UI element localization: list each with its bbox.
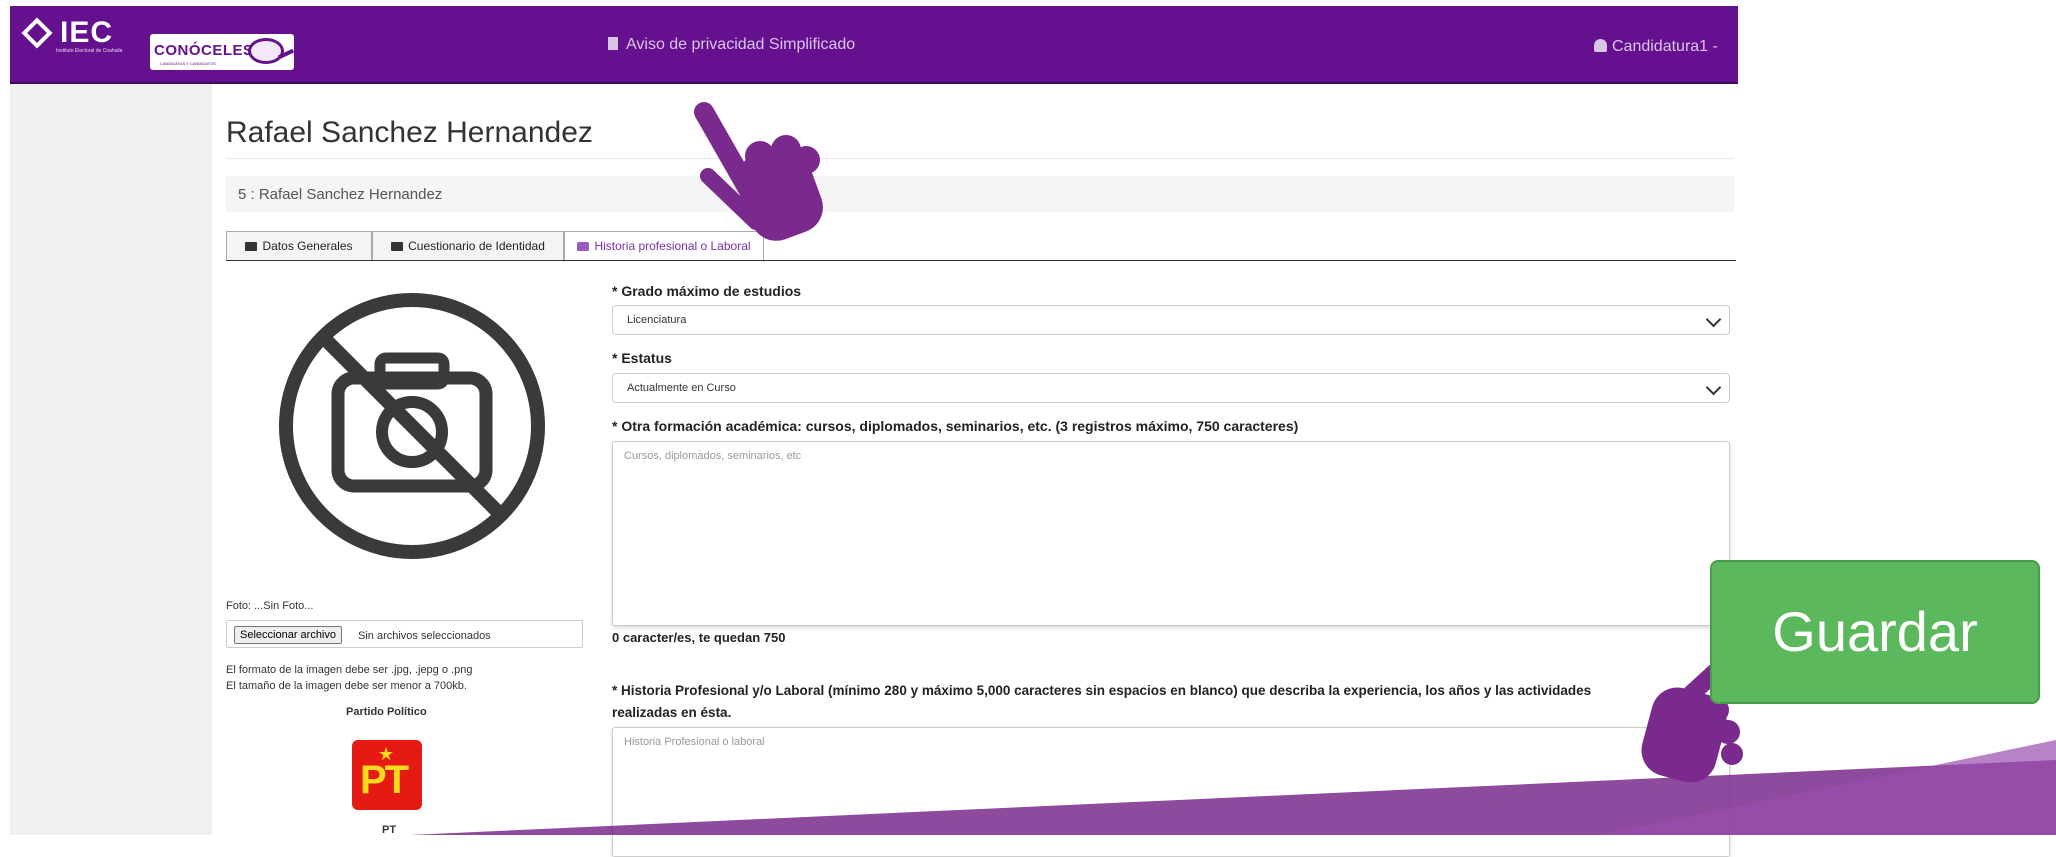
page-title: Rafael Sanchez Hernandez bbox=[226, 116, 593, 149]
magnifier-icon bbox=[248, 38, 284, 64]
iec-logo-text: IEC bbox=[60, 16, 114, 49]
tab-historia-profesional[interactable]: Historia profesional o Laboral bbox=[564, 231, 764, 262]
tab-label: Datos Generales bbox=[262, 239, 353, 253]
chevron-down-icon bbox=[1705, 379, 1722, 396]
folder-open-icon bbox=[577, 242, 590, 251]
no-photo-icon bbox=[279, 293, 545, 559]
privacy-notice-label: Aviso de privacidad Simplificado bbox=[626, 36, 856, 53]
grado-select[interactable]: Licenciatura bbox=[612, 305, 1730, 335]
tab-datos-generales[interactable]: Datos Generales bbox=[226, 231, 372, 260]
user-icon bbox=[1594, 39, 1607, 52]
conoceles-logo[interactable]: CONÓCELES CANDIDATAS Y CANDIDATOS bbox=[150, 34, 295, 70]
privacy-notice-link[interactable]: Aviso de privacidad Simplificado bbox=[608, 36, 855, 54]
user-menu[interactable]: Candidatura1 - bbox=[1594, 38, 1718, 56]
left-gutter bbox=[10, 84, 212, 835]
document-icon bbox=[608, 37, 618, 50]
user-menu-label: Candidatura1 - bbox=[1612, 38, 1718, 55]
id-card-icon bbox=[391, 242, 404, 251]
party-name: PT bbox=[382, 824, 397, 836]
estatus-label: * Estatus bbox=[612, 350, 672, 366]
iec-logo[interactable]: IEC bbox=[21, 16, 114, 50]
party-heading: Partido Político bbox=[346, 706, 427, 718]
tab-label: Cuestionario de Identidad bbox=[408, 239, 545, 253]
historia-label-line1: * Historia Profesional y/o Laboral (míni… bbox=[612, 683, 1592, 698]
iec-logo-icon bbox=[21, 17, 53, 49]
tabs-divider bbox=[226, 260, 1736, 261]
otra-formacion-counter: 0 caracter/es, te quedan 750 bbox=[612, 630, 786, 645]
file-status: Sin archivos seleccionados bbox=[358, 630, 491, 642]
iec-logo-subtext: Instituto Electoral de Coahuila bbox=[56, 48, 123, 54]
party-logo-text: PT bbox=[360, 758, 409, 802]
party-logo: ★ PT bbox=[352, 740, 422, 810]
title-divider bbox=[226, 158, 1734, 159]
tab-label: Historia profesional o Laboral bbox=[594, 239, 751, 253]
conoceles-logo-subtext: CANDIDATAS Y CANDIDATOS bbox=[160, 61, 216, 66]
estatus-value: Actualmente en Curso bbox=[627, 382, 736, 394]
breadcrumb bbox=[226, 176, 1734, 212]
chevron-down-icon bbox=[1705, 311, 1722, 328]
size-note: El tamaño de la imagen debe ser menor a … bbox=[226, 680, 467, 692]
grado-value: Licenciatura bbox=[627, 314, 687, 326]
save-button[interactable]: Guardar bbox=[1710, 560, 2040, 704]
conoceles-logo-text: CONÓCELES bbox=[154, 42, 254, 59]
id-card-icon bbox=[245, 242, 258, 251]
photo-label: Foto: ...Sin Foto... bbox=[226, 600, 314, 612]
historia-label-line2: realizadas en ésta. bbox=[612, 705, 732, 720]
format-note: El formato de la imagen debe ser .jpg, .… bbox=[226, 664, 473, 676]
otra-formacion-label: * Otra formación académica: cursos, dipl… bbox=[612, 418, 1299, 434]
breadcrumb-text: 5 : Rafael Sanchez Hernandez bbox=[238, 186, 443, 203]
estatus-select[interactable]: Actualmente en Curso bbox=[612, 373, 1730, 403]
select-file-button[interactable]: Seleccionar archivo bbox=[234, 626, 342, 644]
grado-label: * Grado máximo de estudios bbox=[612, 283, 802, 299]
otra-formacion-textarea[interactable]: Cursos, diplomados, seminarios, etc bbox=[612, 441, 1730, 626]
tab-cuestionario-identidad[interactable]: Cuestionario de Identidad bbox=[372, 231, 564, 260]
historia-textarea[interactable]: Historia Profesional o laboral bbox=[612, 727, 1730, 857]
